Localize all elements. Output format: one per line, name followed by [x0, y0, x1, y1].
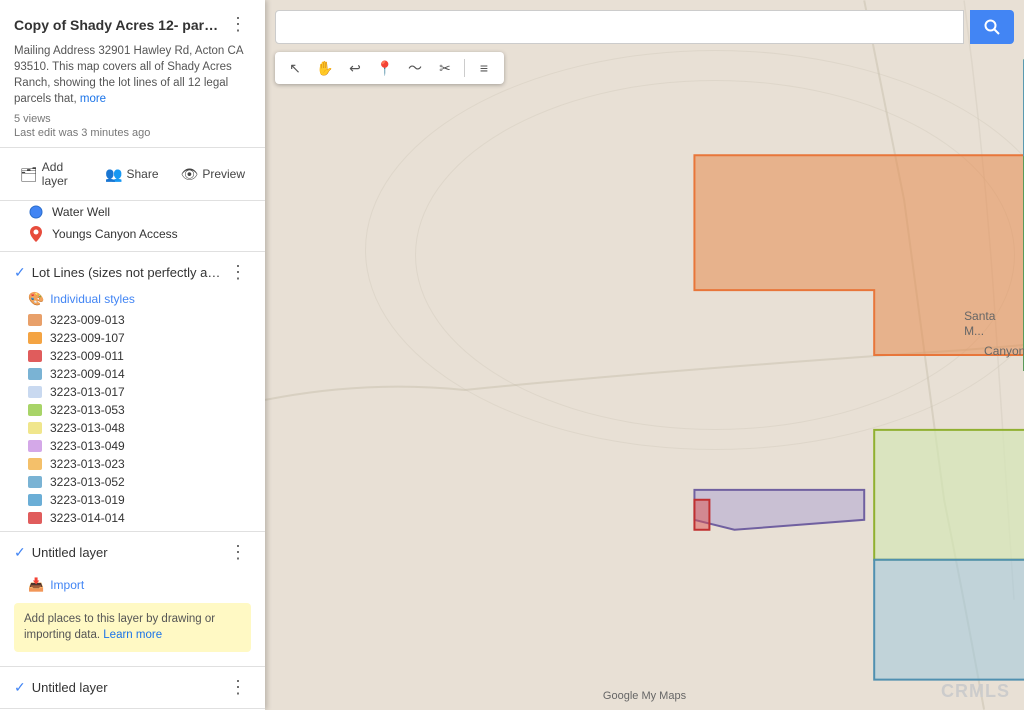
list-item: 3223-014-014 [0, 509, 265, 527]
parcel-color-swatch [28, 440, 42, 452]
untitled-layer-1-name: Untitled layer [32, 545, 225, 560]
parcel-polygon [694, 500, 709, 530]
map-title: Copy of Shady Acres 12- parcels ... [14, 17, 225, 33]
svg-text:Santa: Santa [964, 309, 996, 323]
preview-button[interactable]: 👁 Preview [175, 162, 251, 187]
water-well-label: Water Well [52, 205, 110, 219]
list-item: 3223-013-049 [0, 437, 265, 455]
search-input[interactable] [275, 10, 964, 44]
import-icon: 📥 [28, 577, 44, 593]
untitled-layer-2-name: Untitled layer [32, 680, 225, 695]
svg-text:Canyon: Canyon [984, 344, 1024, 358]
points-layer-items: Water Well Youngs Canyon Access [0, 201, 265, 251]
parcel-polygon [874, 430, 1024, 560]
add-layer-button[interactable]: 🗂 Add layer [14, 156, 89, 192]
undo-button[interactable]: ↩ [341, 55, 369, 81]
parcel-color-swatch [28, 314, 42, 326]
map-polygons-svg: Santa M... Canyon ⊕ ⌂ ⌂ ✈ ★ ⊕ ★ ⊕ [265, 0, 1024, 710]
list-item: Youngs Canyon Access [0, 223, 265, 245]
description-more-link[interactable]: more [80, 93, 106, 105]
svg-text:M...: M... [964, 324, 984, 338]
cursor-tool-button[interactable]: ↖ [281, 55, 309, 81]
line-tool-button[interactable]: 〜 [401, 55, 429, 81]
parcel-color-swatch [28, 332, 42, 344]
marker-tool-button[interactable]: 📍 [371, 55, 399, 81]
untitled-layer-2-header[interactable]: ✓ Untitled layer ⋮ [0, 667, 265, 708]
untitled-layer-2-check: ✓ [14, 679, 26, 696]
list-item: 3223-009-013 [0, 311, 265, 329]
parcel-items: 3223-009-013 3223-009-107 3223-009-011 3… [0, 311, 265, 531]
map-area[interactable]: ↖ ✋ ↩ 📍 〜 ✂ ≡ Santa M... [265, 0, 1024, 710]
last-edit: Last edit was 3 minutes ago [14, 127, 251, 139]
parcel-color-swatch [28, 368, 42, 380]
tool-separator [464, 59, 465, 77]
parcel-color-swatch [28, 422, 42, 434]
lot-lines-name: Lot Lines (sizes not perfectly acc... [32, 265, 225, 280]
parcel-color-swatch [28, 494, 42, 506]
youngs-canyon-label: Youngs Canyon Access [52, 227, 178, 241]
water-well-icon [28, 204, 44, 220]
list-item: Water Well [0, 201, 265, 223]
list-item: 3223-009-014 [0, 365, 265, 383]
list-item: 3223-009-107 [0, 329, 265, 347]
list-item: 3223-013-053 [0, 401, 265, 419]
parcel-polygon [874, 560, 1024, 680]
youngs-canyon-icon [28, 226, 44, 242]
sidebar-toolbar: 🗂 Add layer 👥 Share 👁 Preview [0, 148, 265, 201]
untitled-layer-2-section: ✓ Untitled layer ⋮ [0, 667, 265, 709]
crmls-watermark: CRMLS [941, 681, 1010, 702]
map-toolbar [275, 10, 1014, 44]
parcel-color-swatch [28, 386, 42, 398]
individual-styles-link[interactable]: 🎨 Individual styles [0, 289, 265, 311]
sidebar: Copy of Shady Acres 12- parcels ... ⋮ Ma… [0, 0, 265, 710]
untitled-layer-1-section: ✓ Untitled layer ⋮ 📥 Import Add places t… [0, 532, 265, 666]
parcel-polygon [694, 490, 864, 530]
list-item: 3223-013-023 [0, 455, 265, 473]
lot-lines-layer-section: ✓ Lot Lines (sizes not perfectly acc... … [0, 252, 265, 532]
map-description: Mailing Address 32901 Hawley Rd, Acton C… [14, 43, 251, 107]
info-box: Add places to this layer by drawing or i… [14, 603, 251, 651]
untitled-layer-1-more-button[interactable]: ⋮ [225, 540, 251, 565]
more-tools-button[interactable]: ≡ [470, 55, 498, 81]
points-layer-section: Water Well Youngs Canyon Access [0, 201, 265, 252]
pan-tool-button[interactable]: ✋ [311, 55, 339, 81]
add-layer-icon: 🗂 [20, 166, 38, 183]
view-count: 5 views [14, 113, 251, 125]
untitled-layer-1-header[interactable]: ✓ Untitled layer ⋮ [0, 532, 265, 573]
untitled-layer-2-more-button[interactable]: ⋮ [225, 675, 251, 700]
lot-lines-more-button[interactable]: ⋮ [225, 260, 251, 285]
list-item: 3223-009-011 [0, 347, 265, 365]
parcel-color-swatch [28, 350, 42, 362]
google-my-maps-branding: Google My Maps [603, 690, 686, 702]
list-item: 3223-013-017 [0, 383, 265, 401]
parcel-color-swatch [28, 476, 42, 488]
preview-icon: 👁 [181, 166, 199, 183]
style-icon: 🎨 [28, 291, 44, 307]
untitled-layer-1-check: ✓ [14, 544, 26, 561]
map-tools-bar: ↖ ✋ ↩ 📍 〜 ✂ ≡ [275, 52, 504, 84]
import-link[interactable]: 📥 Import [0, 573, 265, 597]
lot-lines-check: ✓ [14, 264, 26, 281]
parcel-color-swatch [28, 458, 42, 470]
learn-more-link[interactable]: Learn more [103, 629, 162, 641]
lot-lines-header: ✓ Lot Lines (sizes not perfectly acc... … [0, 252, 265, 289]
share-button[interactable]: 👥 Share [99, 162, 164, 187]
measure-tool-button[interactable]: ✂ [431, 55, 459, 81]
map-meta: 5 views Last edit was 3 minutes ago [14, 113, 251, 139]
parcel-color-swatch [28, 512, 42, 524]
list-item: 3223-013-048 [0, 419, 265, 437]
sidebar-header: Copy of Shady Acres 12- parcels ... ⋮ Ma… [0, 0, 265, 148]
list-item: 3223-013-052 [0, 473, 265, 491]
map-more-button[interactable]: ⋮ [225, 12, 251, 37]
share-icon: 👥 [105, 166, 122, 183]
list-item: 3223-013-019 [0, 491, 265, 509]
parcel-color-swatch [28, 404, 42, 416]
search-button[interactable] [970, 10, 1014, 44]
